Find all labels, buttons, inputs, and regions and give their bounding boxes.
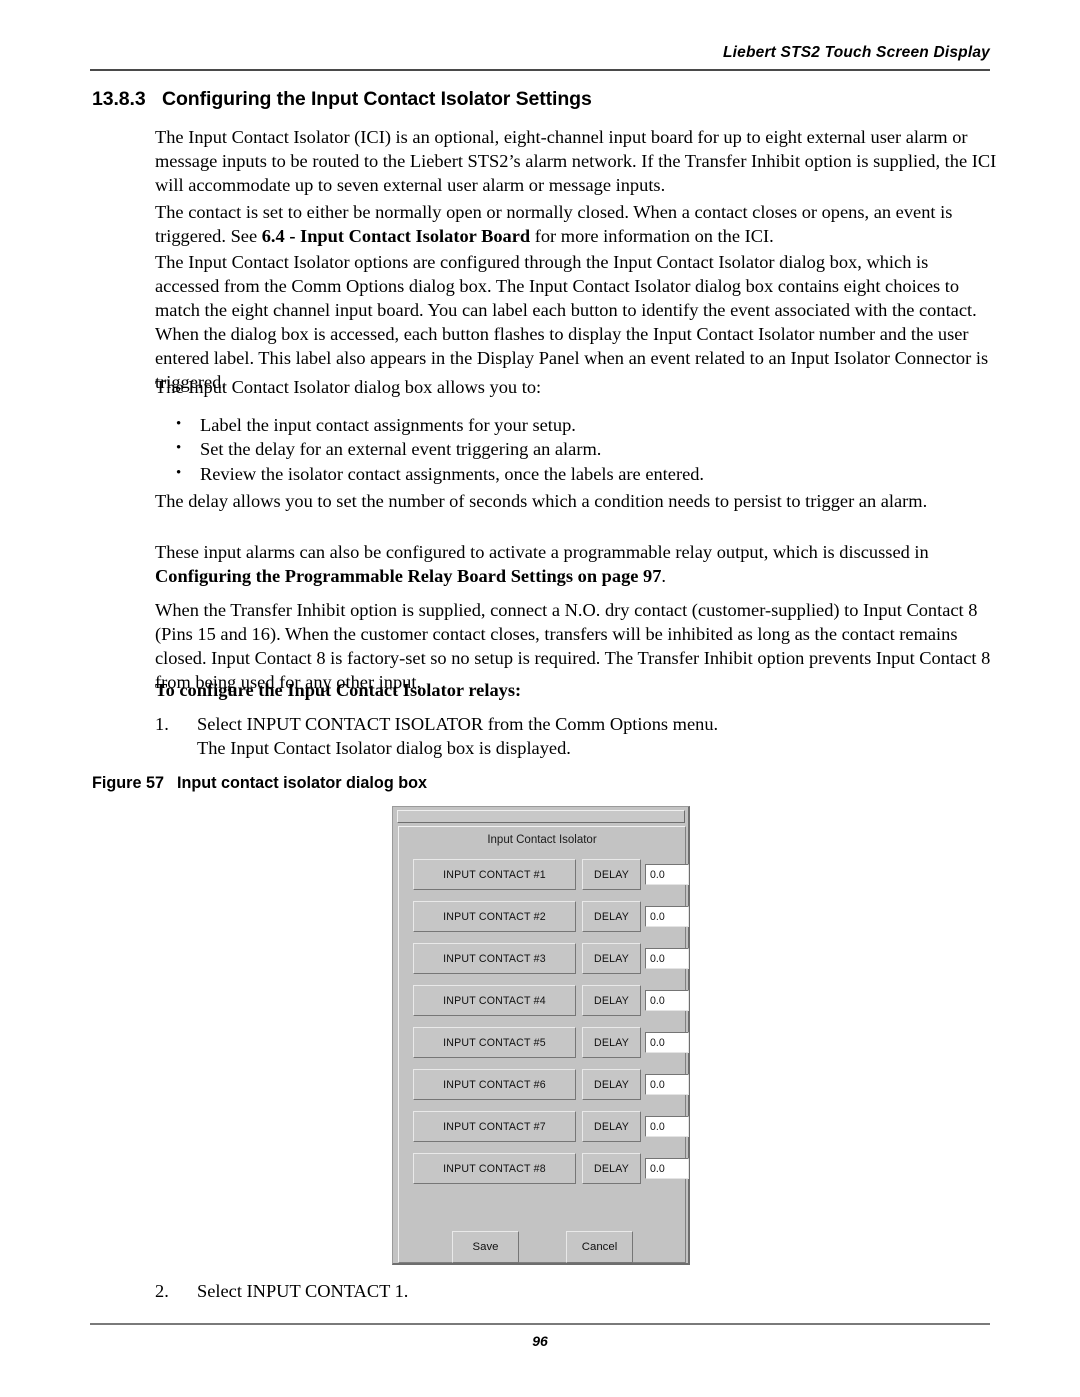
input-contact-4-button[interactable]: INPUT CONTACT #4 [413,985,576,1016]
delay-6-button[interactable]: DELAY [582,1069,641,1100]
delay-2-button[interactable]: DELAY [582,901,641,932]
input-contact-1-button[interactable]: INPUT CONTACT #1 [413,859,576,890]
input-contact-3-button[interactable]: INPUT CONTACT #3 [413,943,576,974]
header-divider [90,69,990,71]
list-item-label: Review the isolator contact assignments,… [200,463,705,484]
list-item-label: Label the input contact assignments for … [200,415,576,435]
delay-1-input[interactable]: 0.0 [645,864,689,885]
list-item: • Set the delay for an external event tri… [172,437,992,461]
bullet-icon: • [176,464,182,481]
list-item: • Label the input contact assignments for… [172,413,992,437]
page-number: 96 [532,1333,548,1349]
input-contact-5-button[interactable]: INPUT CONTACT #5 [413,1027,576,1058]
delay-5-input[interactable]: 0.0 [645,1032,689,1053]
list-item: • Review the isolator contact assignments… [172,462,992,486]
contact-row-1: INPUT CONTACT #1 DELAY 0.0 [399,859,689,891]
delay-2-input[interactable]: 0.0 [645,906,689,927]
paragraph-contact-setting-part2: for more information on the ICI. [530,226,774,247]
input-contact-isolator-dialog: Input Contact Isolator INPUT CONTACT #1 … [392,806,690,1265]
contact-row-7: INPUT CONTACT #7 DELAY 0.0 [399,1111,689,1143]
bullet-icon: • [176,416,182,432]
cross-reference-relay-board: Configuring the Programmable Relay Board… [155,566,662,587]
delay-4-input[interactable]: 0.0 [645,990,689,1011]
figure-number: Figure 57 [92,774,164,792]
dialog-title: Input Contact Isolator [487,834,597,846]
step-number: 1. [155,714,169,734]
dialog-body: Input Contact Isolator INPUT CONTACT #1 … [398,826,689,1263]
step-result: The Input Contact Isolator dialog box is… [197,738,571,759]
contact-row-5: INPUT CONTACT #5 DELAY 0.0 [399,1027,689,1059]
delay-3-input[interactable]: 0.0 [645,948,689,969]
input-contact-8-button[interactable]: INPUT CONTACT #8 [413,1153,576,1184]
procedure-step-1: 1. Select INPUT CONTACT ISOLATOR from th… [155,712,985,760]
step-number: 2. [155,1281,169,1301]
contact-row-6: INPUT CONTACT #6 DELAY 0.0 [399,1069,689,1101]
input-contact-2-button[interactable]: INPUT CONTACT #2 [413,901,576,932]
cross-reference-ici-board: 6.4 - Input Contact Isolator Board [261,226,531,247]
paragraph-dialog-allows: The Input Contact Isolator dialog box al… [155,377,542,397]
delay-3-button[interactable]: DELAY [582,943,641,974]
dialog-titlebar [397,810,685,823]
delay-7-button[interactable]: DELAY [582,1111,641,1142]
paragraph-relay-output-part1: These input alarms can also be configure… [155,542,929,562]
delay-8-input[interactable]: 0.0 [645,1158,689,1179]
step-text: Select INPUT CONTACT 1. [197,1281,409,1301]
input-contact-6-button[interactable]: INPUT CONTACT #6 [413,1069,576,1100]
section-title: Configuring the Input Contact Isolator S… [162,88,592,110]
paragraph-ici-intro: The Input Contact Isolator (ICI) is an o… [155,127,997,196]
delay-6-input[interactable]: 0.0 [645,1074,689,1095]
paragraph-relay-output-part2: . [661,566,667,587]
page-title: 13.8.3 Configuring the Input Contact Isol… [92,88,992,111]
figure-caption: Figure 57 Input contact isolator dialog b… [92,774,427,793]
delay-4-button[interactable]: DELAY [582,985,641,1016]
procedure-step-2: 2. Select INPUT CONTACT 1. [155,1279,985,1303]
bullet-icon: • [176,440,182,457]
paragraph-relay-output: These input alarms can also be configure… [155,540,997,588]
input-contact-7-button[interactable]: INPUT CONTACT #7 [413,1111,576,1142]
paragraph-dialog-description: The Input Contact Isolator options are c… [155,252,989,393]
step-text: Select INPUT CONTACT ISOLATOR from the C… [197,714,719,734]
running-head: Liebert STS2 Touch Screen Display [722,44,990,61]
contact-row-3: INPUT CONTACT #3 DELAY 0.0 [399,943,689,975]
paragraph-contact-setting: The contact is set to either be normally… [155,200,997,248]
save-button[interactable]: Save [452,1231,519,1263]
capabilities-list: • Label the input contact assignments for… [172,413,992,486]
list-item-label: Set the delay for an external event trig… [200,439,602,460]
figure-title: Input contact isolator dialog box [176,774,427,792]
footer-divider [90,1323,990,1325]
delay-8-button[interactable]: DELAY [582,1153,641,1184]
contact-row-4: INPUT CONTACT #4 DELAY 0.0 [399,985,689,1017]
paragraph-delay-description: The delay allows you to set the number o… [155,491,928,511]
delay-7-input[interactable]: 0.0 [645,1116,689,1137]
contact-row-2: INPUT CONTACT #2 DELAY 0.0 [399,901,689,933]
section-number: 13.8.3 [92,88,146,110]
cancel-button[interactable]: Cancel [566,1231,633,1263]
delay-5-button[interactable]: DELAY [582,1027,641,1058]
contact-row-8: INPUT CONTACT #8 DELAY 0.0 [399,1153,689,1185]
delay-1-button[interactable]: DELAY [582,859,641,890]
procedure-heading: To configure the Input Contact Isolator … [155,680,522,700]
